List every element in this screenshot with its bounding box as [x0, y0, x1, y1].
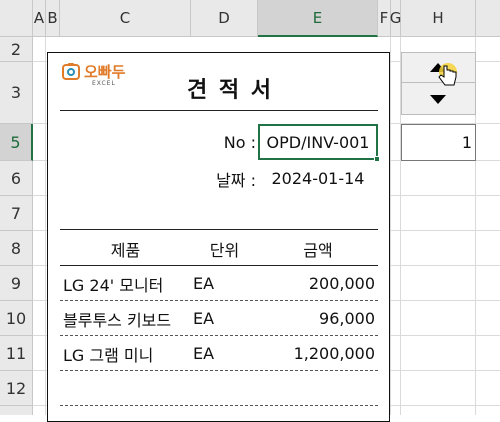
row-label: 3 — [10, 83, 22, 102]
gridline — [390, 37, 391, 415]
row-header-8[interactable]: 8 — [0, 231, 33, 266]
table-cell-product: LG 24' 모니터 — [63, 275, 164, 295]
invoice-no-label: No : — [223, 133, 256, 152]
column-header-a[interactable]: A — [33, 0, 46, 37]
row-label: 6 — [10, 168, 22, 188]
select-all-corner[interactable] — [0, 0, 33, 37]
document-title: 견 적 서 — [186, 78, 274, 103]
row-header-2[interactable]: 2 — [0, 37, 33, 62]
column-label: B — [47, 9, 58, 27]
logo-icon — [62, 62, 80, 80]
hand-pointer-icon — [436, 62, 458, 90]
row-header-11[interactable]: 11 — [0, 336, 33, 371]
table-cell-unit: EA — [193, 344, 215, 363]
column-header-e[interactable]: E — [258, 0, 378, 37]
row-header-5[interactable]: 5 — [0, 124, 33, 161]
column-label: C — [119, 9, 131, 27]
table-header-amount: 금액 — [303, 240, 333, 260]
column-header-h[interactable]: H — [401, 0, 476, 37]
column-label: D — [218, 9, 230, 27]
column-label: A — [33, 9, 45, 27]
row-label: 5 — [10, 132, 21, 152]
table-header-unit: 단위 — [209, 240, 240, 260]
row-header-10[interactable]: 10 — [0, 301, 33, 336]
row-label: 12 — [5, 378, 27, 398]
date-label: 날짜 : — [216, 170, 256, 190]
row-header-13[interactable] — [0, 406, 33, 415]
column-header-d[interactable]: D — [191, 0, 258, 37]
row-label: 9 — [10, 273, 22, 293]
table-cell-unit: EA — [193, 274, 215, 293]
column-label: G — [389, 9, 402, 27]
invoice-no-value: OPD/INV-001 — [266, 133, 370, 152]
table-header-product: 제품 — [110, 240, 141, 260]
row-label: 10 — [5, 308, 27, 328]
row-label: 8 — [10, 238, 22, 258]
title-underline — [60, 110, 378, 111]
column-header-b[interactable]: B — [46, 0, 60, 37]
table-top-border — [60, 229, 378, 230]
row-separator — [60, 405, 378, 406]
date-value: 2024-01-14 — [271, 169, 365, 188]
row-label: 11 — [5, 343, 27, 363]
column-label: H — [432, 9, 444, 27]
row-separator — [60, 370, 378, 371]
arrow-down-icon — [430, 95, 446, 104]
column-header-c[interactable]: C — [60, 0, 191, 37]
gridline — [45, 37, 46, 415]
column-header-g[interactable]: G — [389, 0, 402, 37]
counter-value: 1 — [461, 133, 472, 152]
row-header-9[interactable]: 9 — [0, 266, 33, 301]
logo-subtext: EXCEL — [92, 80, 116, 87]
column-label: E — [312, 8, 323, 27]
row-header-12[interactable]: 12 — [0, 371, 33, 406]
row-header-6[interactable]: 6 — [0, 161, 33, 196]
table-cell-product: LG 그램 미니 — [63, 345, 154, 365]
table-cell-amount: 96,000 — [319, 309, 375, 328]
table-cell-amount: 1,200,000 — [293, 344, 375, 363]
table-cell-unit: EA — [193, 309, 215, 328]
column-header-i[interactable] — [476, 0, 500, 37]
table-cell-product: 블루투스 키보드 — [63, 310, 172, 330]
row-label: 7 — [10, 203, 22, 223]
row-header-7[interactable]: 7 — [0, 196, 33, 231]
row-header-3[interactable]: 3 — [0, 62, 33, 124]
table-cell-amount: 200,000 — [308, 274, 375, 293]
logo-text: 오빠두 — [84, 63, 126, 81]
column-label: F — [379, 9, 389, 27]
row-label: 2 — [10, 39, 22, 59]
